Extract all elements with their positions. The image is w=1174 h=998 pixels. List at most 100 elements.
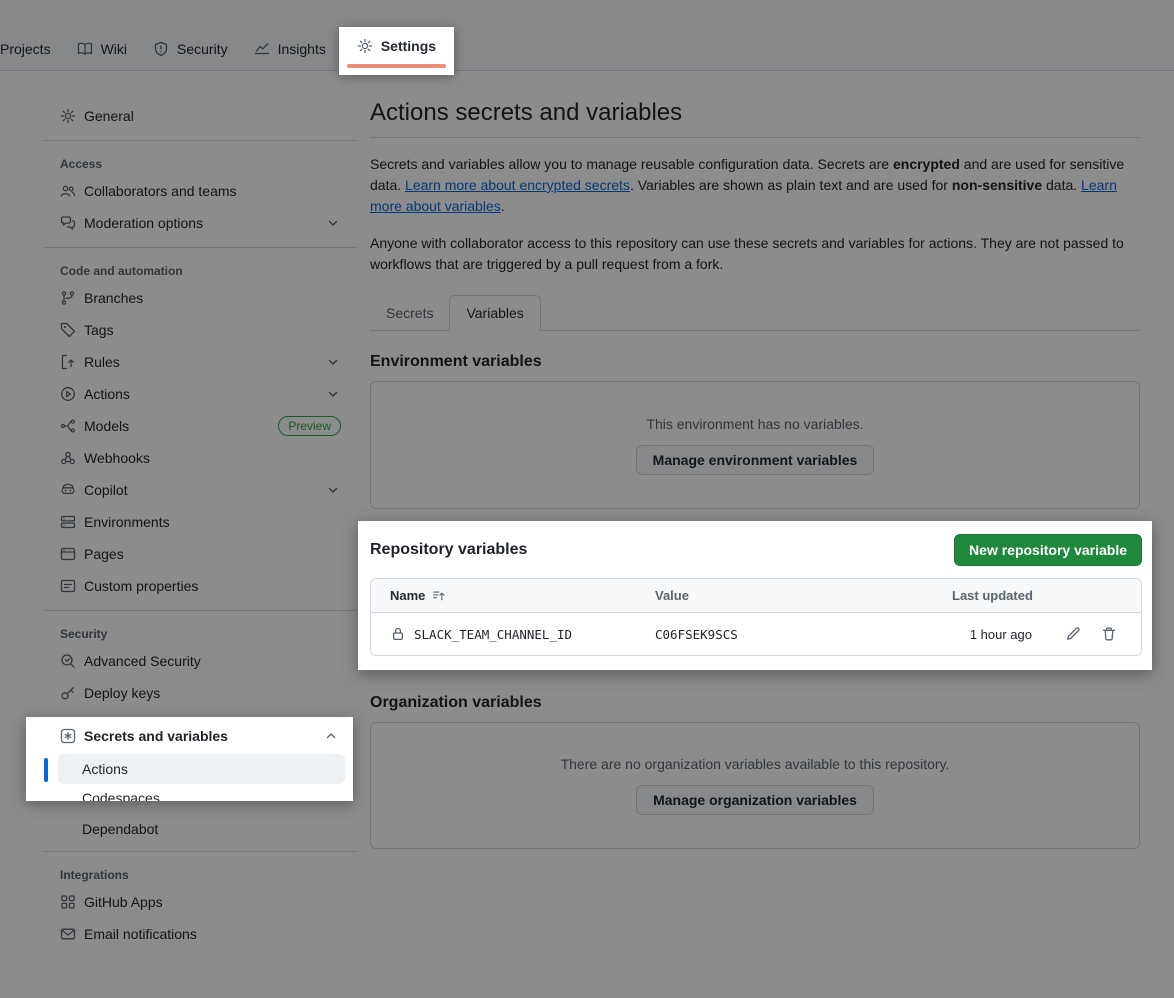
variable-name-cell: SLACK_TEAM_CHANNEL_ID [390, 626, 655, 642]
rule-icon [60, 354, 76, 370]
sidebar-item-email-notifications[interactable]: Email notifications [24, 918, 357, 950]
sidebar-item-branches[interactable]: Branches [24, 282, 357, 314]
sidebar-section-integrations: Integrations [24, 860, 357, 886]
repo-tabs: Projects Wiki Security Insights Settings [0, 27, 454, 70]
sidebar-item-moderation-options[interactable]: Moderation options [24, 207, 357, 239]
manage-organization-variables-button[interactable]: Manage organization variables [636, 785, 874, 815]
sidebar-subitem-actions[interactable]: Actions [58, 754, 345, 784]
settings-tab-spotlight: Settings [339, 27, 454, 75]
tab-variables[interactable]: Variables [449, 295, 540, 331]
settings-sidebar: General Access Collaborators and teams M… [24, 71, 357, 950]
organization-variables-empty-box: There are no organization variables avai… [370, 722, 1140, 849]
repository-variables-header: Repository variables New repository vari… [370, 534, 1142, 566]
webhook-icon [60, 450, 76, 466]
environments-icon [60, 514, 76, 530]
chevron-up-icon [323, 728, 339, 744]
tab-wiki[interactable]: Wiki [64, 27, 140, 70]
sidebar-subitem-dependabot[interactable]: Dependabot [24, 815, 357, 843]
github-repo-settings-page: Projects Wiki Security Insights Settings [0, 0, 1174, 950]
table-header-row: Name Value Last updated [371, 579, 1141, 613]
sidebar-item-deploy-keys[interactable]: Deploy keys [24, 677, 357, 709]
sidebar-item-models[interactable]: Models Preview [24, 410, 357, 442]
mail-icon [60, 926, 76, 942]
delete-variable-button[interactable] [1101, 626, 1117, 642]
sidebar-item-copilot[interactable]: Copilot [24, 474, 357, 506]
sidebar-item-environments[interactable]: Environments [24, 506, 357, 538]
column-header-name[interactable]: Name [390, 588, 655, 603]
link-encrypted-secrets[interactable]: Learn more about encrypted secrets [405, 177, 630, 193]
sidebar-subitem-codespaces[interactable]: Codespaces [26, 784, 353, 801]
collaborator-note: Anyone with collaborator access to this … [370, 233, 1140, 275]
browser-icon [60, 546, 76, 562]
tab-label: Wiki [101, 41, 127, 57]
divider [44, 247, 357, 248]
edit-variable-button[interactable] [1065, 626, 1081, 642]
organization-empty-text: There are no organization variables avai… [561, 756, 950, 772]
active-item-accent-bar [44, 758, 48, 782]
tab-label: Insights [278, 41, 326, 57]
comment-discussion-icon [60, 215, 76, 231]
intro-paragraph: Secrets and variables allow you to manag… [370, 154, 1140, 217]
sort-ascending-icon [431, 589, 447, 603]
gear-icon [357, 38, 373, 54]
variable-value-cell: C06FSEK9SCS [655, 627, 952, 642]
tab-label: Settings [381, 38, 436, 54]
play-icon [60, 386, 76, 402]
trash-icon [1101, 626, 1117, 642]
table-row: SLACK_TEAM_CHANNEL_ID C06FSEK9SCS 1 hour… [371, 613, 1141, 655]
sidebar-item-general[interactable]: General [24, 100, 357, 132]
chevron-down-icon [325, 354, 341, 370]
sidebar-item-github-apps[interactable]: GitHub Apps [24, 886, 357, 918]
variable-last-updated-cell: 1 hour ago [952, 627, 1032, 642]
graph-icon [254, 41, 270, 57]
sidebar-item-actions[interactable]: Actions [24, 378, 357, 410]
copilot-icon [60, 482, 76, 498]
shield-icon [153, 41, 169, 57]
tag-icon [60, 322, 76, 338]
sidebar-item-secrets-and-variables[interactable]: Secrets and variables [26, 722, 353, 750]
sidebar-item-collaborators[interactable]: Collaborators and teams [24, 175, 357, 207]
sidebar-item-custom-properties[interactable]: Custom properties [24, 570, 357, 602]
key-asterisk-icon [60, 728, 76, 744]
people-icon [60, 183, 76, 199]
sidebar-item-tags[interactable]: Tags [24, 314, 357, 346]
codescan-icon [60, 653, 76, 669]
environment-empty-text: This environment has no variables. [646, 416, 863, 432]
sidebar-item-webhooks[interactable]: Webhooks [24, 442, 357, 474]
divider [44, 851, 357, 852]
repository-variables-heading: Repository variables [370, 541, 527, 559]
key-icon [60, 685, 76, 701]
divider [44, 610, 357, 611]
page-title: Actions secrets and variables [370, 99, 1140, 138]
git-branch-icon [60, 290, 76, 306]
book-icon [77, 41, 93, 57]
lock-icon [390, 626, 406, 642]
sidebar-item-rules[interactable]: Rules [24, 346, 357, 378]
sidebar-section-access: Access [24, 149, 357, 175]
sidebar-item-advanced-security[interactable]: Advanced Security [24, 645, 357, 677]
tab-projects[interactable]: Projects [0, 27, 64, 70]
repository-variables-spotlight: Repository variables New repository vari… [358, 521, 1152, 670]
repo-tab-bar: Projects Wiki Security Insights Settings [0, 0, 1174, 71]
sidebar-section-code-and-automation: Code and automation [24, 256, 357, 282]
settings-main-content: Actions secrets and variables Secrets an… [370, 71, 1140, 849]
column-header-last-updated: Last updated [952, 588, 1032, 603]
tab-security[interactable]: Security [140, 27, 241, 70]
chevron-down-icon [325, 386, 341, 402]
apps-icon [60, 894, 76, 910]
tab-label: Security [177, 41, 228, 57]
model-icon [60, 418, 76, 434]
environment-variables-empty-box: This environment has no variables. Manag… [370, 381, 1140, 509]
organization-variables-heading: Organization variables [370, 694, 1140, 712]
row-actions [1065, 626, 1125, 642]
column-header-value: Value [655, 588, 952, 603]
note-icon [60, 578, 76, 594]
repository-variables-table: Name Value Last updated SLACK_TEAM_CHANN… [370, 578, 1142, 656]
manage-environment-variables-button[interactable]: Manage environment variables [636, 445, 875, 475]
tab-secrets[interactable]: Secrets [370, 296, 449, 330]
sidebar-item-pages[interactable]: Pages [24, 538, 357, 570]
tab-label: Projects [0, 41, 51, 57]
tab-insights[interactable]: Insights [241, 27, 339, 70]
new-repository-variable-button[interactable]: New repository variable [954, 534, 1142, 566]
gear-icon [60, 108, 76, 124]
